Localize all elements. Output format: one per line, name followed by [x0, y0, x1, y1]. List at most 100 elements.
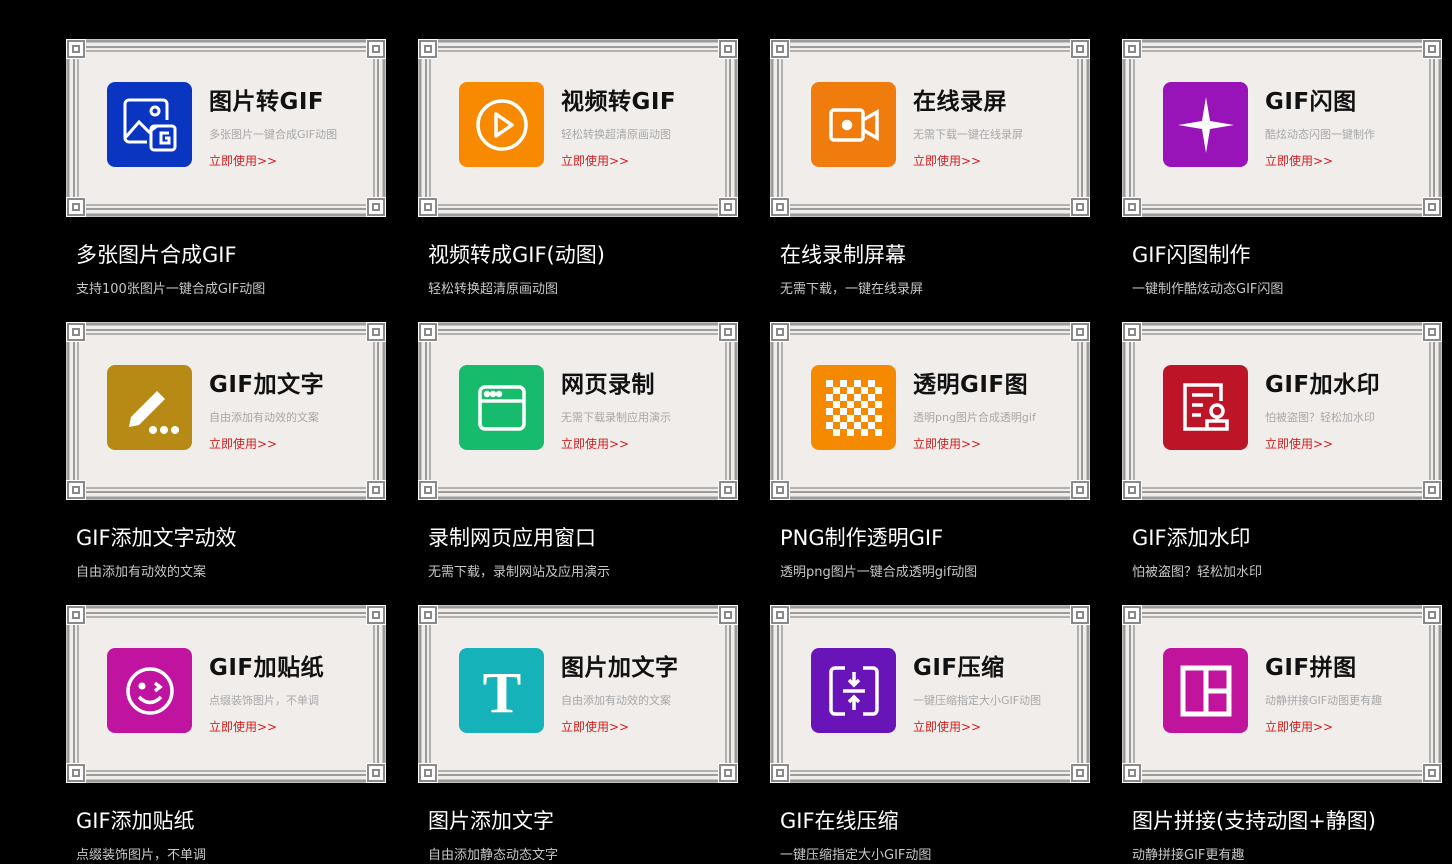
tool-icon-box: [459, 365, 544, 450]
card-title: 透明GIF图: [913, 372, 1029, 398]
tool-caption[interactable]: 视频转成GIF(动图): [428, 239, 738, 269]
tool-tile-webrec: 网页录制 无需下载录制应用演示 立即使用>> 录制网页应用窗口 无需下载，录制网…: [418, 322, 738, 580]
tool-card-screenrec[interactable]: 在线录屏 无需下载一键在线录屏 立即使用>>: [770, 39, 1090, 217]
tool-card-watermark[interactable]: GIF加水印 怕被盗图？轻松加水印 立即使用>>: [1122, 322, 1442, 500]
use-now-link[interactable]: 立即使用>>: [913, 718, 981, 735]
tool-icon-box: [1163, 365, 1248, 450]
tool-subcaption: 轻松转换超清原画动图: [428, 282, 559, 297]
tool-tile-collage: GIF拼图 动静拼接GIF动图更有趣 立即使用>> 图片拼接(支持动图+静图) …: [1122, 605, 1442, 863]
tool-icon-box: [811, 648, 896, 733]
tool-icon-box: [811, 365, 896, 450]
play-icon: [471, 94, 533, 156]
text-t-icon: T: [471, 660, 533, 722]
tool-subcaption: 无需下载，录制网站及应用演示: [428, 565, 611, 580]
tool-tile-addtext: GIF加文字 自由添加有动效的文案 立即使用>> GIF添加文字动效 自由添加有…: [66, 322, 386, 580]
tool-tile-transparent: 透明GIF图 透明png图片合成透明gif 立即使用>> PNG制作透明GIF …: [770, 322, 1090, 580]
tool-subcaption: 透明png图片一键合成透明gif动图: [780, 565, 978, 580]
card-title: GIF加贴纸: [209, 655, 325, 681]
smiley-icon: [119, 660, 181, 722]
tool-tile-screenrec: 在线录屏 无需下载一键在线录屏 立即使用>> 在线录制屏幕 无需下载，一键在线录…: [770, 39, 1090, 297]
card-description: 酷炫动态闪图一键制作: [1265, 128, 1375, 141]
tool-tile-video2gif: 视频转GIF 轻松转换超清原画动图 立即使用>> 视频转成GIF(动图) 轻松转…: [418, 39, 738, 297]
tool-caption[interactable]: PNG制作透明GIF: [780, 522, 1090, 552]
use-now-link[interactable]: 立即使用>>: [561, 718, 629, 735]
tool-card-img2gif[interactable]: 图片转GIF 多张图片一键合成GIF动图 立即使用>>: [66, 39, 386, 217]
card-description: 点缀装饰图片，不单调: [209, 694, 319, 707]
svg-text:T: T: [482, 660, 521, 722]
card-title: GIF加水印: [1265, 372, 1381, 398]
tool-card-compress[interactable]: GIF压缩 一键压缩指定大小GIF动图 立即使用>>: [770, 605, 1090, 783]
video-camera-icon: [823, 94, 885, 156]
tool-card-collage[interactable]: GIF拼图 动静拼接GIF动图更有趣 立即使用>>: [1122, 605, 1442, 783]
use-now-link[interactable]: 立即使用>>: [561, 152, 629, 169]
card-title: 图片加文字: [561, 655, 679, 681]
card-title: 网页录制: [561, 372, 655, 398]
tool-icon-box: [107, 82, 192, 167]
tool-caption[interactable]: GIF添加贴纸: [76, 805, 386, 835]
tool-caption[interactable]: GIF添加水印: [1132, 522, 1442, 552]
tool-subcaption: 自由添加有动效的文案: [76, 565, 207, 580]
tool-subcaption: 一键压缩指定大小GIF动图: [780, 848, 932, 863]
tool-icon-box: T: [459, 648, 544, 733]
collage-layout-icon: [1175, 660, 1237, 722]
card-description: 自由添加有动效的文案: [561, 694, 671, 707]
use-now-link[interactable]: 立即使用>>: [209, 152, 277, 169]
tool-icon-box: [459, 82, 544, 167]
card-description: 透明png图片合成透明gif: [913, 411, 1036, 424]
checkerboard-icon: [823, 377, 885, 439]
tool-caption[interactable]: 多张图片合成GIF: [76, 239, 386, 269]
card-description: 无需下载一键在线录屏: [913, 128, 1023, 141]
tool-subcaption: 支持100张图片一键合成GIF动图: [76, 282, 266, 297]
tool-icon-box: [1163, 82, 1248, 167]
tool-caption[interactable]: GIF在线压缩: [780, 805, 1090, 835]
tool-grid: 图片转GIF 多张图片一键合成GIF动图 立即使用>> 多张图片合成GIF 支持…: [0, 0, 1452, 864]
tool-card-sticker[interactable]: GIF加贴纸 点缀装饰图片，不单调 立即使用>>: [66, 605, 386, 783]
tool-card-imgtext[interactable]: T 图片加文字 自由添加有动效的文案 立即使用>>: [418, 605, 738, 783]
card-description: 一键压缩指定大小GIF动图: [913, 694, 1042, 707]
tool-icon-box: [107, 365, 192, 450]
tool-tile-img2gif: 图片转GIF 多张图片一键合成GIF动图 立即使用>> 多张图片合成GIF 支持…: [66, 39, 386, 297]
tool-tile-watermark: GIF加水印 怕被盗图？轻松加水印 立即使用>> GIF添加水印 怕被盗图？轻松…: [1122, 322, 1442, 580]
tool-card-webrec[interactable]: 网页录制 无需下载录制应用演示 立即使用>>: [418, 322, 738, 500]
card-title: 视频转GIF: [561, 89, 677, 115]
card-title: GIF闪图: [1265, 89, 1357, 115]
tool-subcaption: 无需下载，一键在线录屏: [780, 282, 924, 297]
tool-card-flash[interactable]: GIF闪图 酷炫动态闪图一键制作 立即使用>>: [1122, 39, 1442, 217]
compress-icon: [823, 660, 885, 722]
card-title: GIF拼图: [1265, 655, 1357, 681]
card-description: 怕被盗图？轻松加水印: [1265, 411, 1375, 424]
use-now-link[interactable]: 立即使用>>: [1265, 718, 1333, 735]
card-description: 动静拼接GIF动图更有趣: [1265, 694, 1383, 707]
use-now-link[interactable]: 立即使用>>: [913, 152, 981, 169]
use-now-link[interactable]: 立即使用>>: [561, 435, 629, 452]
tool-subcaption: 一键制作酷炫动态GIF闪图: [1132, 282, 1284, 297]
use-now-link[interactable]: 立即使用>>: [1265, 435, 1333, 452]
tool-subcaption: 自由添加静态动态文字: [428, 848, 559, 863]
tool-card-video2gif[interactable]: 视频转GIF 轻松转换超清原画动图 立即使用>>: [418, 39, 738, 217]
tool-card-addtext[interactable]: GIF加文字 自由添加有动效的文案 立即使用>>: [66, 322, 386, 500]
card-description: 轻松转换超清原画动图: [561, 128, 671, 141]
tool-icon-box: [107, 648, 192, 733]
card-title: 在线录屏: [913, 89, 1007, 115]
card-title: 图片转GIF: [209, 89, 325, 115]
tool-icon-box: [1163, 648, 1248, 733]
tool-caption[interactable]: 录制网页应用窗口: [428, 522, 738, 552]
tool-subcaption: 怕被盗图？轻松加水印: [1132, 565, 1263, 580]
tool-card-transparent[interactable]: 透明GIF图 透明png图片合成透明gif 立即使用>>: [770, 322, 1090, 500]
image-gif-icon: [119, 94, 181, 156]
use-now-link[interactable]: 立即使用>>: [913, 435, 981, 452]
use-now-link[interactable]: 立即使用>>: [209, 718, 277, 735]
tool-caption[interactable]: 图片拼接(支持动图+静图): [1132, 805, 1442, 835]
tool-caption[interactable]: GIF添加文字动效: [76, 522, 386, 552]
pencil-icon: [119, 377, 181, 439]
tool-caption[interactable]: GIF闪图制作: [1132, 239, 1442, 269]
tool-caption[interactable]: 图片添加文字: [428, 805, 738, 835]
use-now-link[interactable]: 立即使用>>: [1265, 152, 1333, 169]
tool-caption[interactable]: 在线录制屏幕: [780, 239, 1090, 269]
card-description: 多张图片一键合成GIF动图: [209, 128, 338, 141]
card-title: GIF加文字: [209, 372, 325, 398]
tool-tile-imgtext: T 图片加文字 自由添加有动效的文案 立即使用>> 图片添加文字 自由添加静态动…: [418, 605, 738, 863]
sparkle-icon: [1175, 94, 1237, 156]
tool-tile-flash: GIF闪图 酷炫动态闪图一键制作 立即使用>> GIF闪图制作 一键制作酷炫动态…: [1122, 39, 1442, 297]
use-now-link[interactable]: 立即使用>>: [209, 435, 277, 452]
